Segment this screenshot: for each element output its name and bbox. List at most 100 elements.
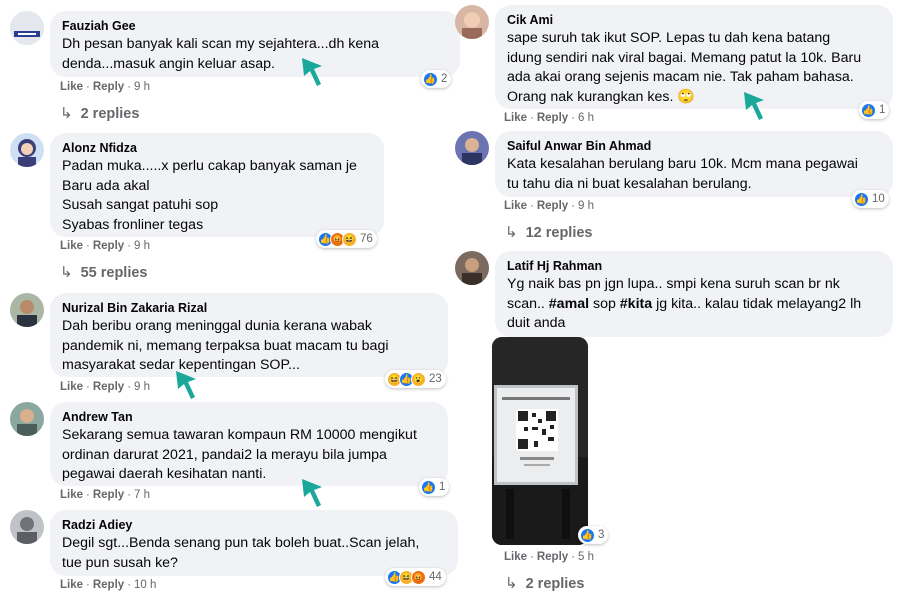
reaction-summary[interactable]: 👍 😡 😆 76 xyxy=(316,230,377,248)
comment-text: Dh pesan banyak kali scan my sejahtera..… xyxy=(62,36,380,72)
like-button[interactable]: Like xyxy=(504,551,527,563)
comment-actions: Like · Reply · 7 h xyxy=(60,489,151,501)
comment-bubble: Cik Ami sape suruh tak ikut SOP. Lepas t… xyxy=(495,5,893,109)
comment-author[interactable]: Latif Hj Rahman xyxy=(507,258,881,274)
comment-actions: Like · Reply · 9 h xyxy=(504,200,595,212)
comment-text: sape suruh tak ikut SOP. Lepas tu dah ke… xyxy=(507,30,862,105)
avatar[interactable] xyxy=(455,5,489,39)
reaction-count: 23 xyxy=(429,373,442,385)
reaction-summary[interactable]: 👍 1 xyxy=(419,478,450,496)
pointer-arrow-icon xyxy=(744,92,764,120)
reply-button[interactable]: Reply xyxy=(93,381,124,393)
comment-author[interactable]: Fauziah Gee xyxy=(62,18,448,34)
reply-button[interactable]: Reply xyxy=(93,489,124,501)
comment-actions: Like · Reply · 9 h xyxy=(60,81,151,93)
view-replies-link[interactable]: ↳ 2 replies xyxy=(60,104,139,122)
reply-arrow-icon: ↳ xyxy=(60,105,73,122)
like-reaction-icon: 👍 xyxy=(854,191,869,207)
like-button[interactable]: Like xyxy=(60,489,83,501)
comment-time: 9 h xyxy=(578,200,595,212)
avatar[interactable] xyxy=(455,251,489,285)
like-button[interactable]: Like xyxy=(504,200,527,212)
comment-author[interactable]: Andrew Tan xyxy=(62,409,436,425)
comment-bubble: Andrew Tan Sekarang semua tawaran kompau… xyxy=(50,402,448,486)
comment-time: 7 h xyxy=(134,489,151,501)
comment-bubble: Latif Hj Rahman Yg naik bas pn jgn lupa.… xyxy=(495,251,893,337)
comment-text: Sekarang semua tawaran kompaun RM 10000 … xyxy=(62,427,417,482)
avatar[interactable] xyxy=(10,133,44,167)
view-replies-link[interactable]: ↳ 55 replies xyxy=(60,263,148,281)
pointer-arrow-icon xyxy=(176,371,196,399)
comment-actions: Like · Reply · 10 h xyxy=(60,579,157,591)
view-replies-link[interactable]: ↳ 12 replies xyxy=(505,223,593,241)
avatar[interactable] xyxy=(10,402,44,436)
comment-time: 9 h xyxy=(134,381,151,393)
attached-photo[interactable] xyxy=(492,337,588,545)
like-button[interactable]: Like xyxy=(504,112,527,124)
reaction-summary[interactable]: 😆 👍 😮 23 xyxy=(385,370,446,388)
like-reaction-icon: 👍 xyxy=(580,527,595,543)
pointer-arrow-icon xyxy=(302,58,322,86)
comment-text: Yg naik bas pn jgn lupa.. smpi kena suru… xyxy=(507,276,862,331)
comment-text: Padan muka.....x perlu cakap banyak sama… xyxy=(62,158,357,233)
reaction-count: 10 xyxy=(872,193,885,205)
avatar[interactable] xyxy=(455,131,489,165)
comment-author[interactable]: Alonz Nfidza xyxy=(62,140,372,156)
reaction-count: 3 xyxy=(598,529,605,541)
comment-time: 9 h xyxy=(134,81,151,93)
comment-text: Kata kesalahan berulang baru 10k. Mcm ma… xyxy=(507,156,858,192)
reply-button[interactable]: Reply xyxy=(537,551,568,563)
reply-button[interactable]: Reply xyxy=(93,81,124,93)
reaction-count: 1 xyxy=(439,481,446,493)
comment-bubble: Alonz Nfidza Padan muka.....x perlu caka… xyxy=(50,133,384,237)
reaction-count: 1 xyxy=(879,104,886,116)
reaction-summary[interactable]: 👍 2 xyxy=(421,70,452,88)
reaction-count: 2 xyxy=(441,73,448,85)
comment-actions: Like · Reply · 6 h xyxy=(504,112,595,124)
comment-author[interactable]: Saiful Anwar Bin Ahmad xyxy=(507,138,881,154)
reaction-count: 76 xyxy=(360,233,373,245)
haha-reaction-icon: 😆 xyxy=(342,231,357,247)
wow-reaction-icon: 😮 xyxy=(411,371,426,387)
comment-bubble: Fauziah Gee Dh pesan banyak kali scan my… xyxy=(50,11,460,77)
like-button[interactable]: Like xyxy=(60,381,83,393)
reply-button[interactable]: Reply xyxy=(537,200,568,212)
comment-time: 5 h xyxy=(578,551,595,563)
reply-button[interactable]: Reply xyxy=(537,112,568,124)
reply-arrow-icon: ↳ xyxy=(505,575,518,592)
hashtag-link[interactable]: #amal xyxy=(549,296,589,312)
angry-reaction-icon: 😡 xyxy=(411,569,426,585)
reaction-count: 44 xyxy=(429,571,442,583)
reply-button[interactable]: Reply xyxy=(93,240,124,252)
avatar[interactable] xyxy=(10,293,44,327)
reply-arrow-icon: ↳ xyxy=(60,264,73,281)
comment-actions: Like · Reply · 9 h xyxy=(60,381,151,393)
view-replies-link[interactable]: ↳ 2 replies xyxy=(505,574,584,592)
comment-author[interactable]: Nurizal Bin Zakaria Rizal xyxy=(62,300,436,316)
comment-bubble: Radzi Adiey Degil sgt...Benda senang pun… xyxy=(50,510,458,576)
like-button[interactable]: Like xyxy=(60,579,83,591)
reaction-summary[interactable]: 👍 3 xyxy=(578,526,609,544)
comment-bubble: Saiful Anwar Bin Ahmad Kata kesalahan be… xyxy=(495,131,893,197)
comment-time: 10 h xyxy=(134,579,157,591)
reaction-summary[interactable]: 👍 1 xyxy=(859,101,890,119)
comment-author[interactable]: Cik Ami xyxy=(507,12,881,28)
reaction-summary[interactable]: 👍 10 xyxy=(852,190,889,208)
reply-arrow-icon: ↳ xyxy=(505,224,518,241)
like-button[interactable]: Like xyxy=(60,240,83,252)
reaction-summary[interactable]: 👍 😆 😡 44 xyxy=(385,568,446,586)
comment-actions: Like · Reply · 5 h xyxy=(504,551,595,563)
avatar[interactable] xyxy=(10,11,44,45)
pointer-arrow-icon xyxy=(302,479,322,507)
like-reaction-icon: 👍 xyxy=(421,479,436,495)
comment-time: 9 h xyxy=(134,240,151,252)
like-button[interactable]: Like xyxy=(60,81,83,93)
comment-author[interactable]: Radzi Adiey xyxy=(62,517,446,533)
like-reaction-icon: 👍 xyxy=(423,71,438,87)
hashtag-link[interactable]: #kita xyxy=(620,296,652,312)
comment-time: 6 h xyxy=(578,112,595,124)
reply-button[interactable]: Reply xyxy=(93,579,124,591)
comment-text: Degil sgt...Benda senang pun tak boleh b… xyxy=(62,535,420,571)
like-reaction-icon: 👍 xyxy=(861,102,876,118)
avatar[interactable] xyxy=(10,510,44,544)
